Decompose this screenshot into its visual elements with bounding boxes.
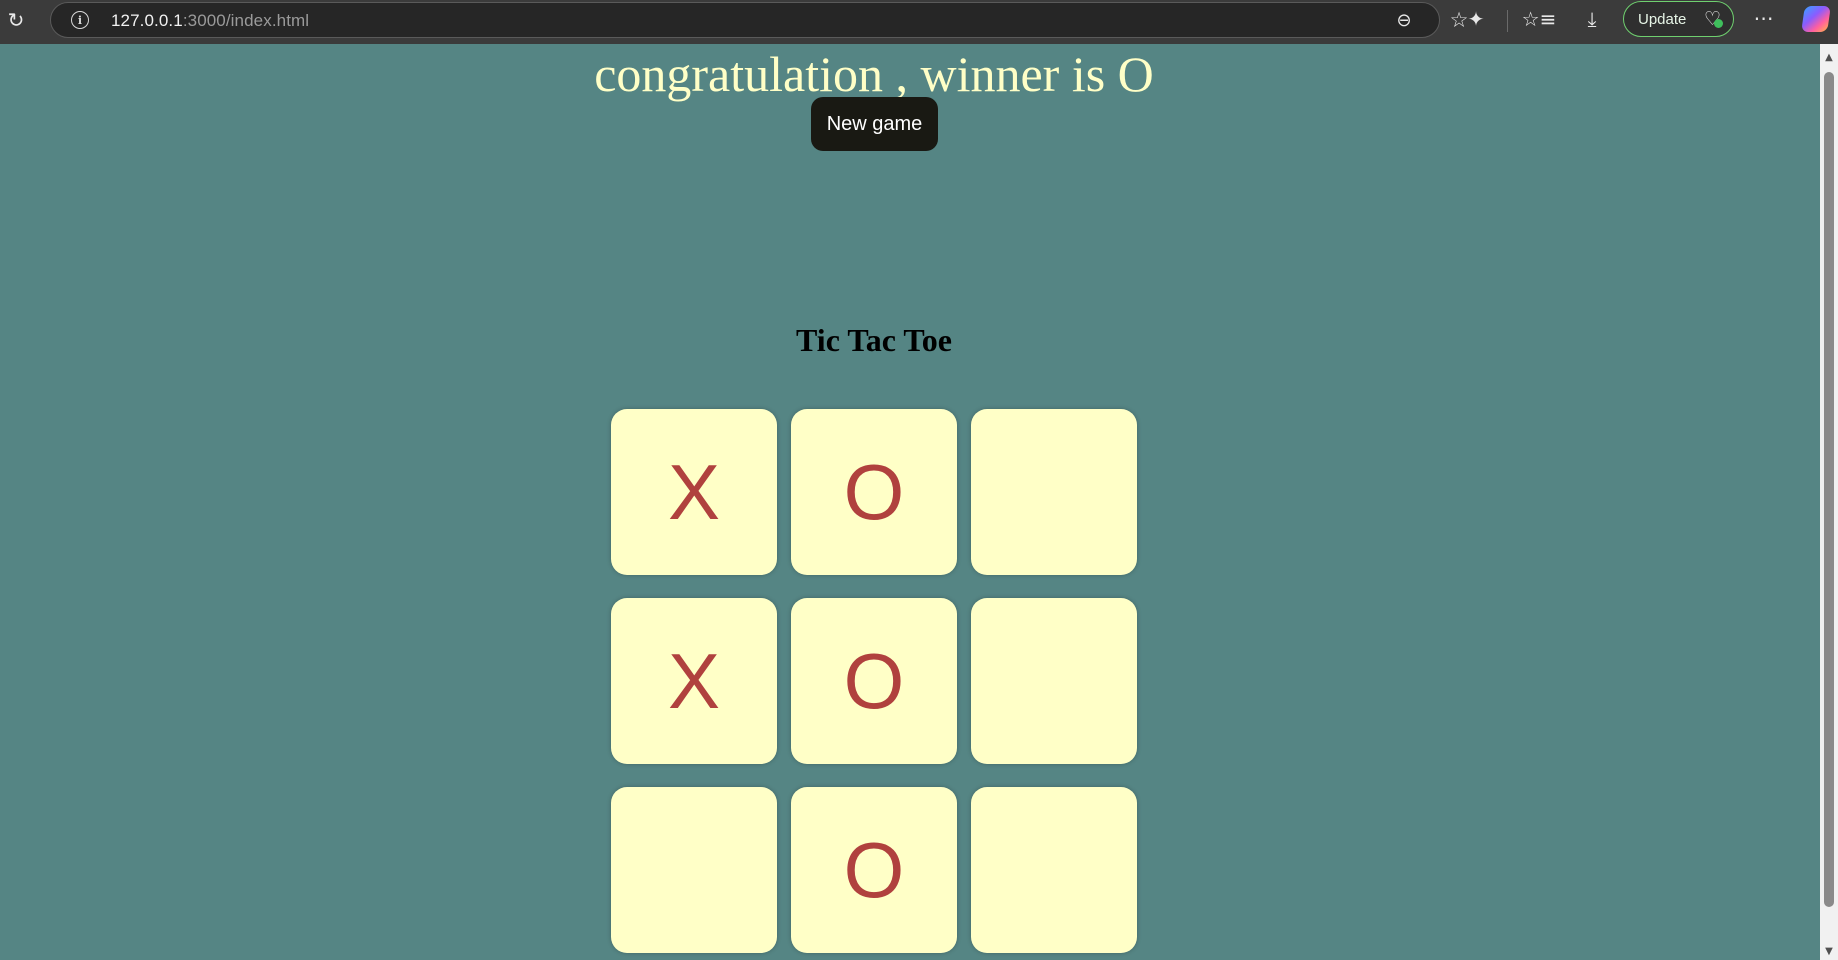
game-board: X O X O O [611, 409, 1137, 953]
board-cell-1-3[interactable] [971, 409, 1137, 575]
toolbar-divider [1507, 10, 1508, 32]
board-cell-2-2[interactable]: O [791, 598, 957, 764]
browser-toolbar: ↻ i 127.0.0.1:3000/index.html ⊖ ☆ ✦ ☆≡ ⤓… [0, 0, 1838, 44]
board-cell-2-3[interactable] [971, 598, 1137, 764]
board-cell-1-2[interactable]: O [791, 409, 957, 575]
info-icon[interactable]: i [71, 11, 89, 29]
favorites-icon[interactable]: ☆≡ [1522, 5, 1557, 33]
url-text[interactable]: 127.0.0.1:3000/index.html [111, 11, 309, 31]
puzzle-icon[interactable]: ✦ [1462, 5, 1490, 33]
more-icon[interactable]: ⋯ [1750, 4, 1778, 32]
board-cell-3-2[interactable]: O [791, 787, 957, 953]
board-cell-3-3[interactable] [971, 787, 1137, 953]
address-bar[interactable]: i 127.0.0.1:3000/index.html ⊖ ☆ [50, 2, 1468, 38]
update-badge [1714, 19, 1723, 28]
download-icon[interactable]: ⤓ [1578, 5, 1606, 33]
url-host: 127.0.0.1 [111, 11, 183, 30]
zoom-out-icon[interactable]: ⊖ [1391, 7, 1417, 33]
scroll-up-arrow-icon[interactable]: ▲ [1820, 50, 1838, 64]
game-title: Tic Tac Toe [796, 322, 952, 358]
board-cell-3-1[interactable] [611, 787, 777, 953]
scroll-down-arrow-icon[interactable]: ▼ [1820, 944, 1838, 958]
update-label: Update [1638, 10, 1687, 28]
board-cell-1-1[interactable]: X [611, 409, 777, 575]
update-button[interactable]: Update ♡ [1623, 1, 1734, 37]
winner-message: congratulation , winner is O [594, 46, 1154, 102]
reload-icon[interactable]: ↻ [2, 6, 30, 34]
url-path: :3000/index.html [182, 11, 310, 30]
scroll-thumb[interactable] [1824, 72, 1834, 907]
new-game-button[interactable]: New game [811, 97, 938, 151]
copilot-icon[interactable] [1801, 6, 1831, 32]
board-cell-2-1[interactable]: X [611, 598, 777, 764]
page-content: congratulation , winner is O New game Ti… [0, 44, 1820, 960]
page-scrollbar[interactable]: ▲ ▼ [1820, 44, 1838, 960]
